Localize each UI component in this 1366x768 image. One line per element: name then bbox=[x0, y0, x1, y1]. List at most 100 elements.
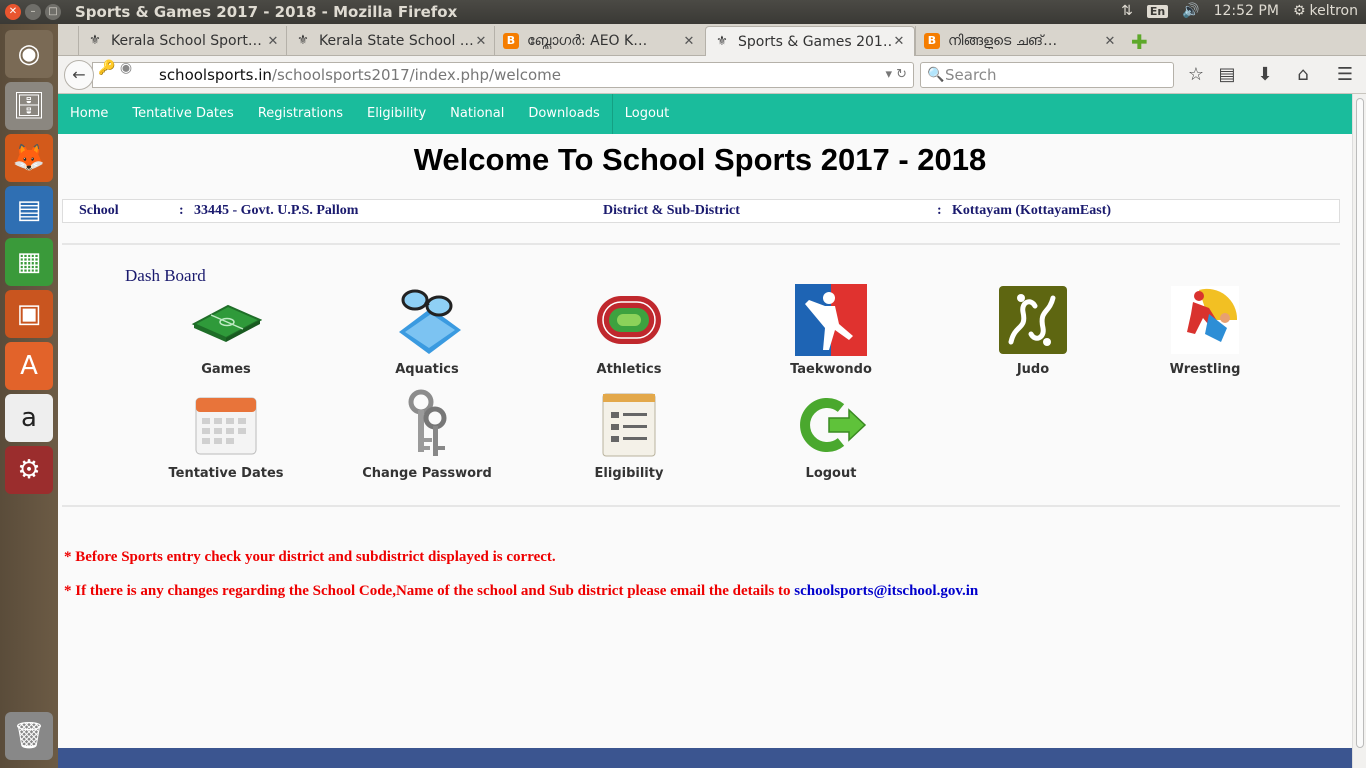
dash-item-label: Athletics bbox=[596, 362, 662, 377]
running-track-icon bbox=[593, 284, 665, 356]
divider bbox=[62, 243, 1340, 245]
system-tray: ⇅ En 🔊 12:52 PM ⚙ keltron bbox=[1121, 3, 1358, 19]
tab-close-icon[interactable]: ✕ bbox=[474, 34, 488, 49]
url-path: /schoolsports2017/index.php/welcome bbox=[271, 66, 562, 84]
user-name[interactable]: keltron bbox=[1310, 3, 1359, 19]
nav-tentative-dates[interactable]: Tentative Dates bbox=[120, 94, 245, 134]
ubuntu-dash-icon[interactable]: ◉ bbox=[5, 30, 53, 78]
window-title: Sports & Games 2017 - 2018 - Mozilla Fir… bbox=[75, 3, 458, 21]
tab[interactable]: ⚜ Kerala State School … ✕ bbox=[286, 26, 496, 56]
download-icon[interactable]: ⬇ bbox=[1254, 64, 1276, 85]
wrestling-icon bbox=[1169, 284, 1241, 356]
dash-item-aquatics[interactable]: Aquatics bbox=[352, 284, 502, 377]
school-label: School bbox=[79, 203, 119, 218]
window-close-button[interactable]: ✕ bbox=[5, 4, 21, 20]
keyboard-layout-indicator[interactable]: En bbox=[1146, 4, 1169, 18]
launcher: ◉ 🗄 🦊 ▤ ▦ ▣ A a ⚙ 🗑 bbox=[0, 24, 58, 768]
nav-eligibility[interactable]: Eligibility bbox=[355, 94, 438, 134]
amazon-icon[interactable]: a bbox=[5, 394, 53, 442]
volume-icon[interactable]: 🔊 bbox=[1182, 3, 1199, 19]
tab-label: ബ്ലോഗർ: AEO K… bbox=[527, 33, 648, 49]
back-arrow-icon[interactable]: ← bbox=[64, 60, 94, 90]
district-value: Kottayam (KottayamEast) bbox=[952, 203, 1112, 218]
dash-item-games[interactable]: Games bbox=[151, 284, 301, 377]
blogger-icon: B bbox=[503, 33, 519, 49]
nav-registrations[interactable]: Registrations bbox=[246, 94, 355, 134]
nav-home[interactable]: Home bbox=[58, 94, 120, 134]
tab-bar: ⚜ Kerala School Sport… ✕ ⚜ Kerala State … bbox=[58, 24, 1366, 56]
menu-icon[interactable]: ☰ bbox=[1334, 64, 1356, 85]
search-input[interactable]: 🔍 Search bbox=[920, 62, 1174, 88]
tab[interactable]: ⚜ Kerala School Sport… ✕ bbox=[78, 26, 288, 56]
software-center-icon[interactable]: A bbox=[5, 342, 53, 390]
site-identity-icon[interactable]: 🔑 ◉ bbox=[98, 60, 132, 76]
impress-icon[interactable]: ▣ bbox=[5, 290, 53, 338]
bookmark-star-icon[interactable]: ☆ bbox=[1185, 64, 1207, 85]
reload-icon[interactable]: ▾ ↻ bbox=[885, 63, 907, 87]
firefox-icon[interactable]: 🦊 bbox=[5, 134, 53, 182]
nav-toolbar: schoolsports.in/schoolsports2017/index.p… bbox=[58, 56, 1366, 94]
clock[interactable]: 12:52 PM bbox=[1214, 3, 1279, 19]
dash-item-tentative-dates[interactable]: Tentative Dates bbox=[151, 388, 301, 481]
email-link[interactable]: schoolsports@itschool.gov.in bbox=[794, 583, 978, 599]
network-icon[interactable]: ⇅ bbox=[1121, 3, 1133, 19]
divider bbox=[62, 505, 1340, 507]
dash-item-judo[interactable]: Judo bbox=[958, 284, 1108, 377]
tab[interactable]: B നിങ്ങളുടെ ചങ്… ✕ bbox=[915, 26, 1125, 56]
notice-email-text: * If there is any changes regarding the … bbox=[64, 583, 795, 599]
clipboard-document-icon bbox=[593, 388, 665, 460]
url-bar[interactable]: schoolsports.in/schoolsports2017/index.p… bbox=[92, 62, 914, 88]
school-value: 33445 - Govt. U.P.S. Pallom bbox=[194, 203, 359, 218]
notice-email: * If there is any changes regarding the … bbox=[64, 583, 978, 600]
scrollbar-thumb[interactable] bbox=[1356, 98, 1364, 748]
trash-icon[interactable]: 🗑 bbox=[5, 712, 53, 760]
page-title: Welcome To School Sports 2017 - 2018 bbox=[413, 142, 987, 177]
dash-item-change-password[interactable]: Change Password bbox=[352, 388, 502, 481]
dash-item-wrestling[interactable]: Wrestling bbox=[1130, 284, 1280, 377]
dash-item-label: Judo bbox=[1016, 362, 1050, 377]
window-minimize-button[interactable]: – bbox=[25, 4, 41, 20]
tab-label: Sports & Games 201… bbox=[738, 33, 892, 50]
dash-item-logout[interactable]: Logout bbox=[756, 388, 906, 481]
tab-label: നിങ്ങളുടെ ചങ്… bbox=[948, 33, 1058, 49]
dash-item-taekwondo[interactable]: Taekwondo bbox=[756, 284, 906, 377]
site-icon: ⚜ bbox=[297, 33, 309, 48]
nav-logout[interactable]: Logout bbox=[613, 94, 682, 134]
home-icon[interactable]: ⌂ bbox=[1292, 64, 1314, 85]
settings-gear-icon[interactable]: ⚙ bbox=[1293, 3, 1306, 19]
tab-close-icon[interactable]: ✕ bbox=[892, 34, 906, 49]
dash-item-label: Logout bbox=[805, 466, 857, 481]
dash-item-label: Wrestling bbox=[1169, 362, 1241, 377]
tab-active[interactable]: ⚜ Sports & Games 201… ✕ bbox=[705, 26, 915, 56]
dash-item-label: Games bbox=[201, 362, 251, 377]
window-maximize-button[interactable]: □ bbox=[45, 4, 61, 20]
nav-downloads[interactable]: Downloads bbox=[516, 94, 611, 134]
district-colon: : bbox=[937, 203, 942, 218]
keys-icon bbox=[391, 388, 463, 460]
dash-item-athletics[interactable]: Athletics bbox=[554, 284, 704, 377]
url-host: schoolsports.in bbox=[159, 66, 272, 84]
tab-close-icon[interactable]: ✕ bbox=[1103, 34, 1117, 49]
school-colon: : bbox=[179, 203, 184, 218]
tab-close-icon[interactable]: ✕ bbox=[682, 34, 696, 49]
top-panel: ✕ – □ Sports & Games 2017 - 2018 - Mozil… bbox=[0, 0, 1366, 24]
system-settings-icon[interactable]: ⚙ bbox=[5, 446, 53, 494]
page-footer bbox=[58, 748, 1352, 768]
dash-item-label: Change Password bbox=[362, 466, 492, 481]
tab-close-icon[interactable]: ✕ bbox=[266, 34, 280, 49]
dash-item-eligibility[interactable]: Eligibility bbox=[554, 388, 704, 481]
judo-icon bbox=[997, 284, 1069, 356]
dash-item-label: Aquatics bbox=[395, 362, 459, 377]
logout-arrow-icon bbox=[795, 388, 867, 460]
football-field-icon bbox=[190, 284, 263, 356]
tab-label: Kerala School Sport… bbox=[111, 33, 262, 49]
taekwondo-kick-icon bbox=[795, 284, 867, 356]
writer-icon[interactable]: ▤ bbox=[5, 186, 53, 234]
reading-list-icon[interactable]: ▤ bbox=[1216, 64, 1238, 85]
files-icon[interactable]: 🗄 bbox=[5, 82, 53, 130]
new-tab-plus-icon[interactable]: ✚ bbox=[1131, 30, 1148, 54]
calc-icon[interactable]: ▦ bbox=[5, 238, 53, 286]
tab[interactable]: B ബ്ലോഗർ: AEO K… ✕ bbox=[494, 26, 704, 56]
nav-national[interactable]: National bbox=[438, 94, 516, 134]
vertical-scrollbar[interactable] bbox=[1352, 94, 1366, 768]
